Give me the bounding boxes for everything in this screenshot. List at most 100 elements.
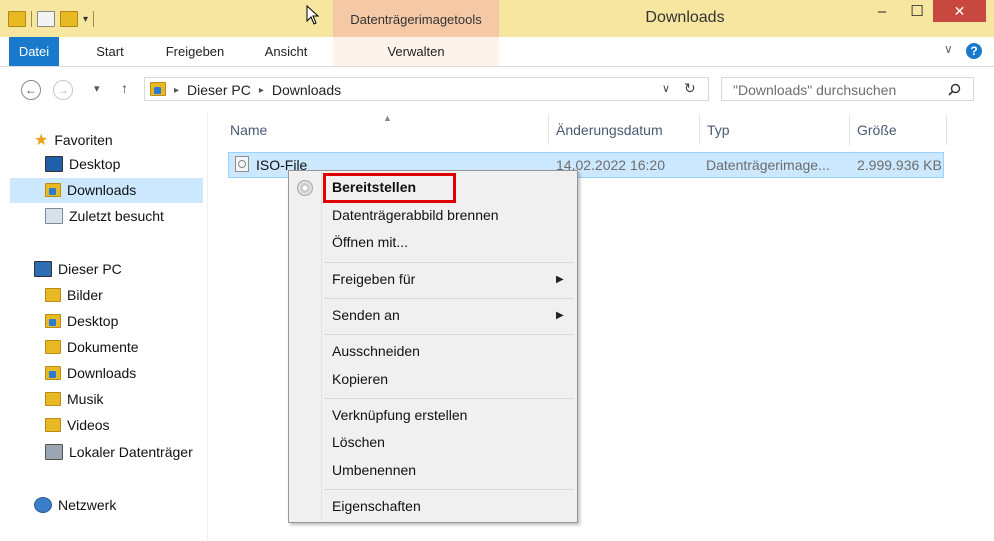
column-header-type[interactable]: Typ [707, 122, 730, 138]
pictures-folder-icon [45, 288, 61, 302]
nav-item-local-disk[interactable]: Lokaler Datenträger [45, 444, 193, 460]
column-divider[interactable] [946, 115, 947, 145]
context-tool-tab: Datenträgerimagetools [333, 0, 499, 37]
folder-icon[interactable] [8, 11, 26, 27]
nav-item-desktop-pc[interactable]: Desktop [45, 313, 118, 329]
submenu-arrow-icon: ▶ [556, 310, 564, 321]
menu-item-create-shortcut[interactable]: Verknüpfung erstellen [332, 407, 467, 423]
refresh-icon[interactable]: ↻ [684, 80, 696, 97]
highlight-box [323, 173, 456, 203]
nav-this-pc[interactable]: Dieser PC [34, 261, 122, 277]
column-header-size[interactable]: Größe [857, 122, 897, 138]
nav-item-documents[interactable]: Dokumente [45, 339, 139, 355]
breadcrumb-chevron-icon[interactable]: ▸ [259, 85, 264, 96]
menu-item-properties[interactable]: Eigenschaften [332, 498, 421, 514]
nav-item-downloads-pc[interactable]: Downloads [45, 365, 136, 381]
breadcrumb-item-dieser-pc[interactable]: Dieser PC [187, 82, 251, 98]
nav-item-label: Desktop [69, 156, 121, 172]
videos-folder-icon [45, 418, 61, 432]
menu-item-share-with[interactable]: Freigeben für [332, 271, 415, 287]
drive-icon [45, 444, 63, 460]
help-button[interactable]: ? [966, 43, 982, 59]
tab-freigeben[interactable]: Freigeben [156, 37, 234, 66]
menu-separator [324, 489, 574, 490]
search-placeholder: "Downloads" durchsuchen [733, 82, 897, 98]
recent-locations-chevron-icon[interactable]: ▾ [94, 82, 100, 95]
column-divider[interactable] [548, 115, 549, 145]
nav-item-music[interactable]: Musik [45, 391, 104, 407]
context-tool-tab-label: Datenträgerimagetools [350, 12, 482, 27]
submenu-arrow-icon: ▶ [556, 274, 564, 285]
tab-datei[interactable]: Datei [9, 37, 59, 66]
star-icon: ★ [34, 132, 49, 149]
nav-favorites[interactable]: ★ Favoriten [34, 130, 113, 150]
nav-favorites-label: Favoriten [54, 132, 113, 148]
network-icon [34, 497, 52, 513]
breadcrumb-item-downloads[interactable]: Downloads [272, 82, 341, 98]
menu-item-burn[interactable]: Datenträgerabbild brennen [332, 207, 499, 223]
mouse-cursor-icon [306, 5, 320, 25]
downloads-folder-icon [45, 183, 61, 197]
desktop-icon [45, 156, 63, 172]
quick-access-toolbar: ▾ [8, 8, 95, 30]
nav-network[interactable]: Netzwerk [34, 497, 116, 513]
ribbon-collapse-button[interactable]: ∨ [944, 42, 953, 56]
new-folder-icon[interactable] [60, 11, 78, 27]
toolbar-separator [31, 11, 32, 27]
music-folder-icon [45, 392, 61, 406]
computer-icon [34, 261, 52, 277]
menu-item-open-with[interactable]: Öffnen mit... [332, 234, 408, 250]
search-icon[interactable] [948, 83, 961, 96]
address-history-chevron-icon[interactable]: ∨ [662, 82, 670, 95]
nav-item-recent[interactable]: Zuletzt besucht [45, 208, 164, 224]
desktop-folder-icon [45, 314, 61, 328]
column-divider[interactable] [849, 115, 850, 145]
breadcrumb: ▸ Dieser PC ▸ Downloads [174, 82, 341, 98]
nav-item-videos[interactable]: Videos [45, 417, 110, 433]
nav-item-pictures[interactable]: Bilder [45, 287, 103, 303]
menu-separator [324, 298, 574, 299]
menu-item-delete[interactable]: Löschen [332, 434, 385, 450]
downloads-folder-icon [45, 366, 61, 380]
nav-item-label: Desktop [67, 313, 119, 329]
menu-item-rename[interactable]: Umbenennen [332, 462, 416, 478]
maximize-button[interactable]: ☐ [902, 0, 932, 22]
nav-item-label: Musik [67, 391, 104, 407]
file-type: Datenträgerimage... [706, 157, 830, 173]
arrow-left-icon: ← [25, 83, 37, 97]
nav-item-desktop[interactable]: Desktop [45, 156, 120, 172]
column-header-name[interactable]: Name [230, 122, 267, 138]
nav-item-label: Downloads [67, 182, 137, 198]
forward-button[interactable]: → [53, 80, 73, 100]
minimize-button[interactable]: – [862, 0, 902, 22]
disc-mount-icon [297, 180, 313, 196]
file-size: 2.999.936 KB [857, 157, 942, 173]
tab-ansicht[interactable]: Ansicht [250, 37, 322, 66]
back-button[interactable]: ← [21, 80, 41, 100]
chevron-down-icon[interactable]: ▾ [83, 14, 88, 25]
menu-item-cut[interactable]: Ausschneiden [332, 343, 420, 359]
nav-item-label: Videos [67, 417, 110, 433]
nav-item-label: Bilder [67, 287, 103, 303]
breadcrumb-chevron-icon[interactable]: ▸ [174, 85, 179, 96]
up-arrow-icon[interactable]: ↑ [121, 80, 128, 96]
disc-image-file-icon [235, 156, 249, 172]
arrow-right-icon: → [57, 83, 69, 97]
nav-item-label: Downloads [67, 365, 137, 381]
tab-start[interactable]: Start [80, 37, 140, 66]
tab-verwalten[interactable]: Verwalten [333, 37, 499, 66]
nav-item-label: Lokaler Datenträger [69, 444, 193, 460]
menu-separator [324, 334, 574, 335]
nav-item-downloads[interactable]: Downloads [45, 182, 136, 198]
recent-places-icon [45, 208, 63, 224]
menu-item-copy[interactable]: Kopieren [332, 371, 388, 387]
menu-item-send-to[interactable]: Senden an [332, 307, 400, 323]
column-divider[interactable] [699, 115, 700, 145]
properties-icon[interactable] [37, 11, 55, 27]
menu-separator [324, 262, 574, 263]
nav-network-label: Netzwerk [58, 497, 117, 513]
pane-divider [207, 112, 208, 541]
column-header-date[interactable]: Änderungsdatum [556, 122, 663, 138]
context-menu-icon-column [321, 171, 322, 522]
close-button[interactable]: ✕ [933, 0, 986, 22]
